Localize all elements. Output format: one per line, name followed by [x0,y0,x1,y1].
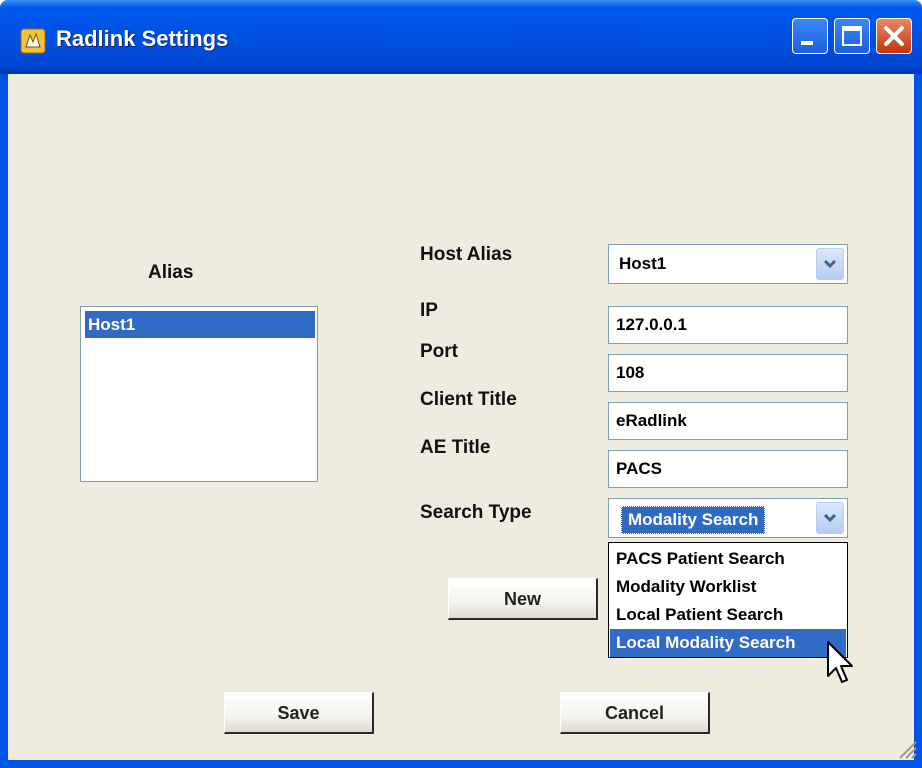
ae-title-label: AE Title [420,437,491,458]
minimize-icon [801,41,813,45]
search-type-value: Modality Search [621,506,766,534]
client-title-field[interactable]: eRadlink [608,402,848,440]
search-type-option-local-patient[interactable]: Local Patient Search [610,601,846,629]
port-field[interactable]: 108 [608,354,848,392]
ip-label: IP [420,300,438,321]
resize-grip-icon[interactable] [896,736,918,760]
host-alias-value: Host1 [619,254,667,273]
host-alias-label: Host Alias [420,244,513,265]
alias-label: Alias [148,262,194,283]
close-button[interactable] [876,18,912,54]
cancel-button[interactable]: Cancel [560,692,710,734]
save-button[interactable]: Save [224,692,374,734]
search-type-option-pacs-patient[interactable]: PACS Patient Search [610,545,846,573]
search-type-dropdown: PACS Patient Search Modality Worklist Lo… [608,542,848,658]
window-title: Radlink Settings [56,26,229,51]
minimize-button[interactable] [792,18,828,54]
maximize-icon [842,26,862,46]
search-type-dropdown-button[interactable] [816,502,844,534]
list-item[interactable]: Host1 [85,311,315,338]
host-alias-select[interactable]: Host1 [608,244,848,284]
search-type-option-modality-worklist[interactable]: Modality Worklist [610,573,846,601]
alias-list[interactable]: Host1 [80,306,318,482]
new-button[interactable]: New [448,578,598,620]
maximize-button[interactable] [834,18,870,54]
ae-title-field[interactable]: PACS [608,450,848,488]
search-type-option-local-modality[interactable]: Local Modality Search [610,629,846,657]
host-alias-dropdown-button[interactable] [816,248,844,280]
search-type-label: Search Type [420,502,532,523]
port-label: Port [420,341,458,362]
chevron-down-icon [823,259,837,269]
client-title-label: Client Title [420,389,517,410]
ip-field[interactable]: 127.0.0.1 [608,306,848,344]
mouse-cursor-icon [827,641,853,683]
close-icon [884,26,904,46]
search-type-select[interactable]: Modality Search [608,498,848,538]
title-bar[interactable]: Radlink Settings [0,0,922,74]
app-icon [20,28,46,54]
chevron-down-icon [823,513,837,523]
